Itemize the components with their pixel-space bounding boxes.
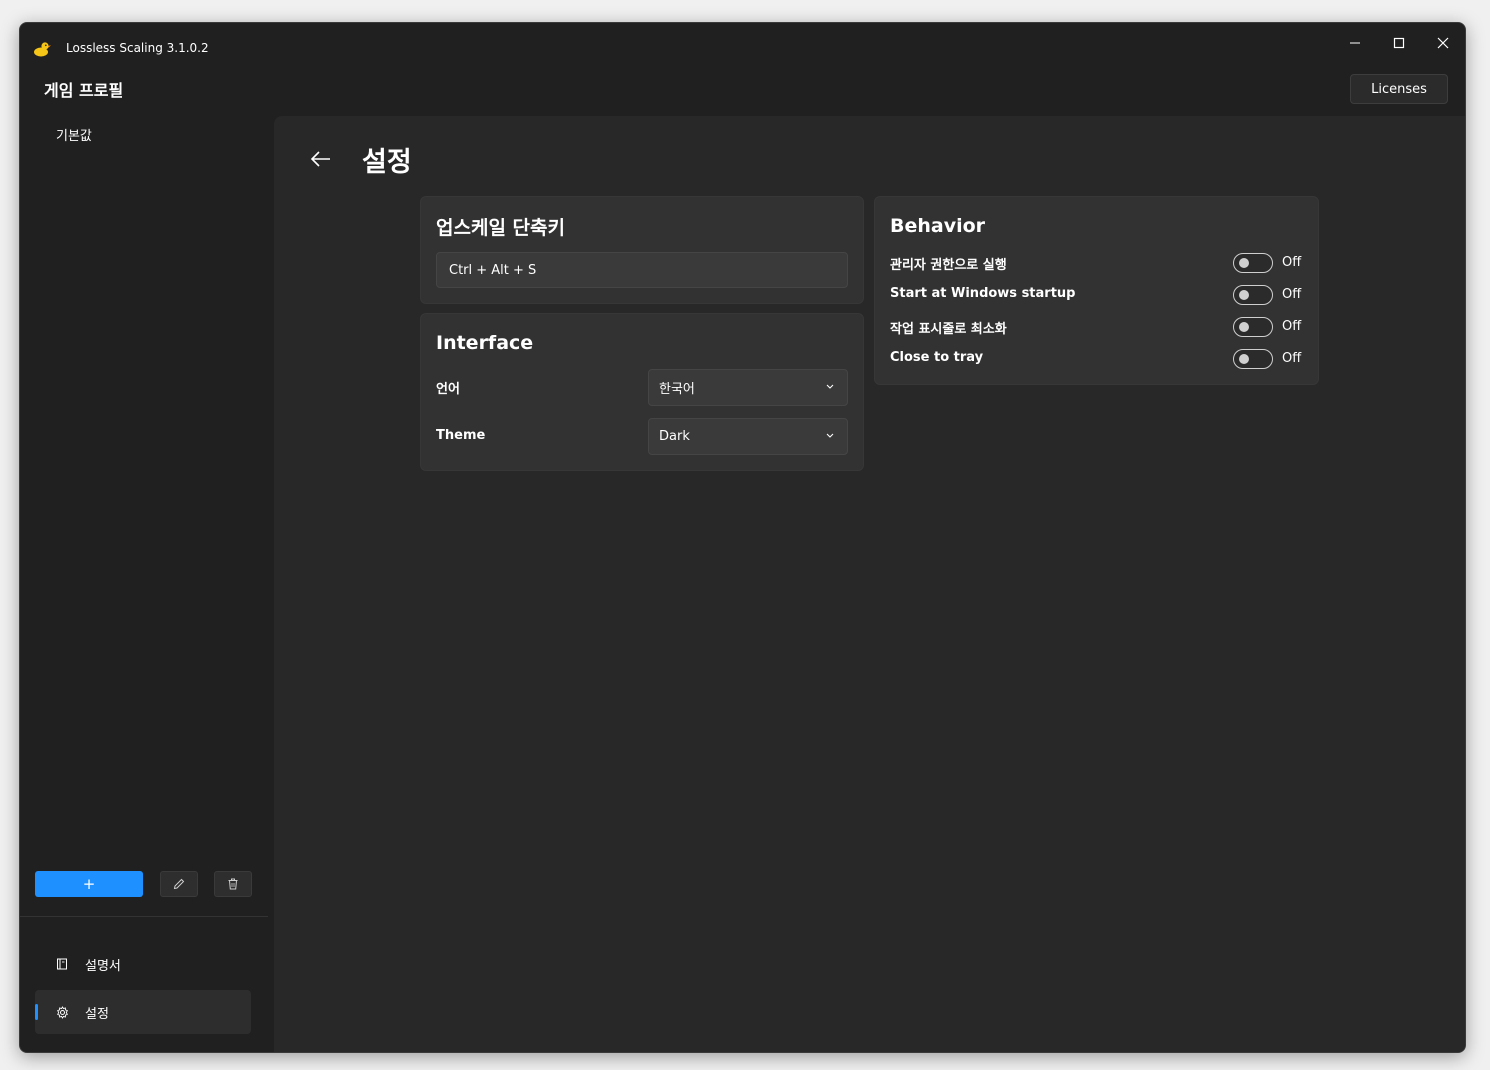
maximize-icon <box>1393 37 1405 49</box>
toggle-row-minimize-to-taskbar: 작업 표시줄로 최소화 Off <box>890 315 1305 339</box>
close-button[interactable] <box>1421 29 1465 57</box>
language-select[interactable]: 한국어 <box>648 369 848 406</box>
maximize-button[interactable] <box>1377 29 1421 57</box>
behavior-card: Behavior 관리자 권한으로 실행 Off Start at Window… <box>874 196 1319 385</box>
toggle-state: Off <box>1282 255 1302 270</box>
minimize-to-taskbar-toggle[interactable] <box>1233 317 1273 337</box>
minimize-icon <box>1350 42 1360 44</box>
licenses-button[interactable]: Licenses <box>1350 74 1448 104</box>
hotkey-card: 업스케일 단축키 Ctrl + Alt + S <box>420 196 864 304</box>
add-profile-button[interactable]: + <box>35 871 143 897</box>
windows-startup-toggle[interactable] <box>1233 285 1273 305</box>
toggle-label: Close to tray <box>890 350 984 365</box>
behavior-title: Behavior <box>890 215 986 237</box>
trash-icon <box>228 878 238 890</box>
theme-select[interactable]: Dark <box>648 418 848 455</box>
back-button[interactable] <box>308 146 334 172</box>
interface-card: Interface 언어 한국어 Theme Dark <box>420 313 864 471</box>
duck-icon <box>33 40 51 58</box>
toggle-row-windows-startup: Start at Windows startup Off <box>890 283 1305 307</box>
interface-title: Interface <box>436 332 534 354</box>
toggle-knob <box>1239 322 1249 332</box>
minimize-button[interactable] <box>1333 29 1377 57</box>
app-window: Lossless Scaling 3.1.0.2 게임 프로필 Licenses… <box>19 22 1466 1053</box>
toggle-row-close-to-tray: Close to tray Off <box>890 347 1305 371</box>
toggle-label: Start at Windows startup <box>890 286 1076 301</box>
toggle-label: 관리자 권한으로 실행 <box>890 258 1007 273</box>
gear-icon <box>55 1005 69 1019</box>
toggle-label: 작업 표시줄로 최소화 <box>890 322 1007 337</box>
toggle-state: Off <box>1282 287 1302 302</box>
hotkey-title: 업스케일 단축키 <box>436 217 565 239</box>
arrow-left-icon <box>310 151 330 167</box>
selection-indicator <box>35 1004 38 1020</box>
profile-item-default[interactable]: 기본값 <box>56 125 92 144</box>
theme-label: Theme <box>436 428 486 443</box>
toggle-state: Off <box>1282 351 1302 366</box>
sidebar-item-manual[interactable]: 설명서 <box>35 942 251 986</box>
edit-profile-button[interactable] <box>160 871 198 897</box>
page-title: 설정 <box>362 147 412 178</box>
sidebar-divider <box>20 916 268 917</box>
book-icon <box>55 957 69 971</box>
toggle-state: Off <box>1282 319 1302 334</box>
close-to-tray-toggle[interactable] <box>1233 349 1273 369</box>
close-icon <box>1437 37 1449 49</box>
pencil-icon <box>173 878 185 890</box>
window-title: Lossless Scaling 3.1.0.2 <box>66 41 209 55</box>
delete-profile-button[interactable] <box>214 871 252 897</box>
chevron-down-icon <box>826 433 834 438</box>
theme-value: Dark <box>659 429 690 444</box>
settings-panel: 설정 업스케일 단축키 Ctrl + Alt + S Interface 언어 … <box>274 116 1465 1052</box>
toggle-knob <box>1239 290 1249 300</box>
sidebar-item-label: 설명서 <box>85 958 121 974</box>
language-label: 언어 <box>436 382 460 397</box>
sidebar-item-settings[interactable]: 설정 <box>35 990 251 1034</box>
language-value: 한국어 <box>659 382 695 397</box>
run-as-admin-toggle[interactable] <box>1233 253 1273 273</box>
profiles-title: 게임 프로필 <box>44 81 124 100</box>
toggle-knob <box>1239 258 1249 268</box>
chevron-down-icon <box>826 384 834 389</box>
hotkey-input[interactable]: Ctrl + Alt + S <box>436 252 848 288</box>
toggle-row-run-as-admin: 관리자 권한으로 실행 Off <box>890 251 1305 275</box>
toggle-knob <box>1239 354 1249 364</box>
sidebar-item-label: 설정 <box>85 1006 109 1022</box>
title-bar: Lossless Scaling 3.1.0.2 <box>20 23 1465 73</box>
